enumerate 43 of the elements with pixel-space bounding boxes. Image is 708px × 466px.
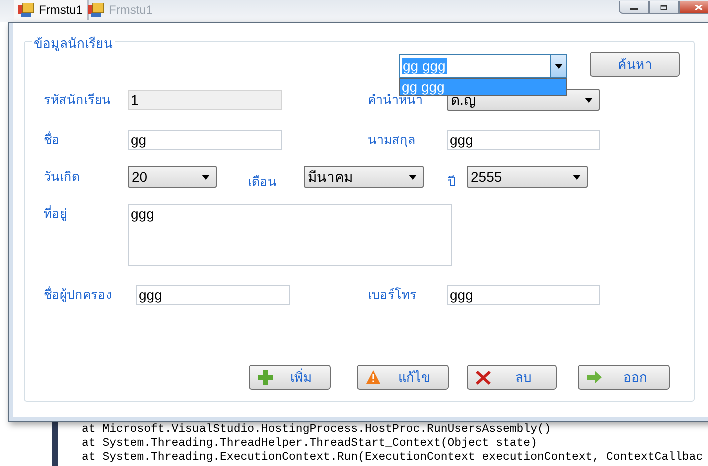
field-label: เดือน [248, 174, 278, 191]
field-label: รหัสนักเรียน [44, 92, 112, 109]
action-button[interactable]: ลบ [467, 365, 557, 390]
field-label: นามสกุล [368, 132, 417, 150]
action-button[interactable]: เพิ่ม [249, 365, 331, 390]
field-label: ชื่อผู้ปกครอง [44, 285, 113, 304]
caret-icon [554, 64, 562, 68]
plus-icon [258, 370, 273, 385]
application-icon [88, 3, 104, 17]
text-area[interactable]: ggg [128, 204, 452, 266]
search-button[interactable]: ค้นหา [590, 52, 680, 77]
field-label: ปี [448, 174, 457, 191]
maximize-icon [660, 4, 668, 10]
application-icon [18, 3, 34, 17]
console-line: at Microsoft.VisualStudio.HostingProcess.HostProc.RunUsersAssembly() [82, 423, 552, 437]
text-field[interactable]: gg [128, 130, 282, 150]
action-button[interactable]: ออก [578, 365, 670, 390]
text-field[interactable]: ggg [447, 285, 600, 305]
text-field[interactable]: ggg [447, 130, 600, 150]
warning-icon [366, 370, 381, 385]
console-line: at System.Threading.ExecutionContext.Run(ExecutionContext executionContext, ContextCallbac [82, 451, 704, 465]
minimize-button[interactable] [619, 1, 649, 14]
document-tab[interactable]: Frmstu1 [14, 0, 90, 20]
field-label: ชื่อ [44, 130, 61, 149]
close-icon [695, 4, 703, 10]
cross-icon [476, 370, 491, 385]
console-line: at System.Threading.ThreadHelper.ThreadStart_Context(Object state) [82, 437, 538, 451]
caret-icon [202, 174, 210, 180]
caret-icon [573, 174, 581, 180]
field-label: คำนำหน้า [368, 93, 423, 109]
caret-icon [585, 98, 593, 102]
action-button[interactable]: แก้ไข [357, 365, 449, 390]
arrow-right-icon [587, 370, 602, 385]
field-label: ที่อยู่ [44, 204, 68, 224]
field-label: เบอร์โทร [368, 286, 418, 304]
close-button[interactable] [679, 1, 708, 14]
maximize-button[interactable] [649, 1, 679, 14]
caret-icon [409, 174, 417, 180]
dropdown-field[interactable]: มีนาคม [304, 166, 424, 188]
dropdown-field[interactable]: 20 [128, 166, 217, 188]
text-field[interactable]: ggg [136, 285, 290, 305]
field-label: วันเกิด [44, 169, 81, 186]
dropdown-field[interactable]: 2555 [467, 166, 588, 188]
